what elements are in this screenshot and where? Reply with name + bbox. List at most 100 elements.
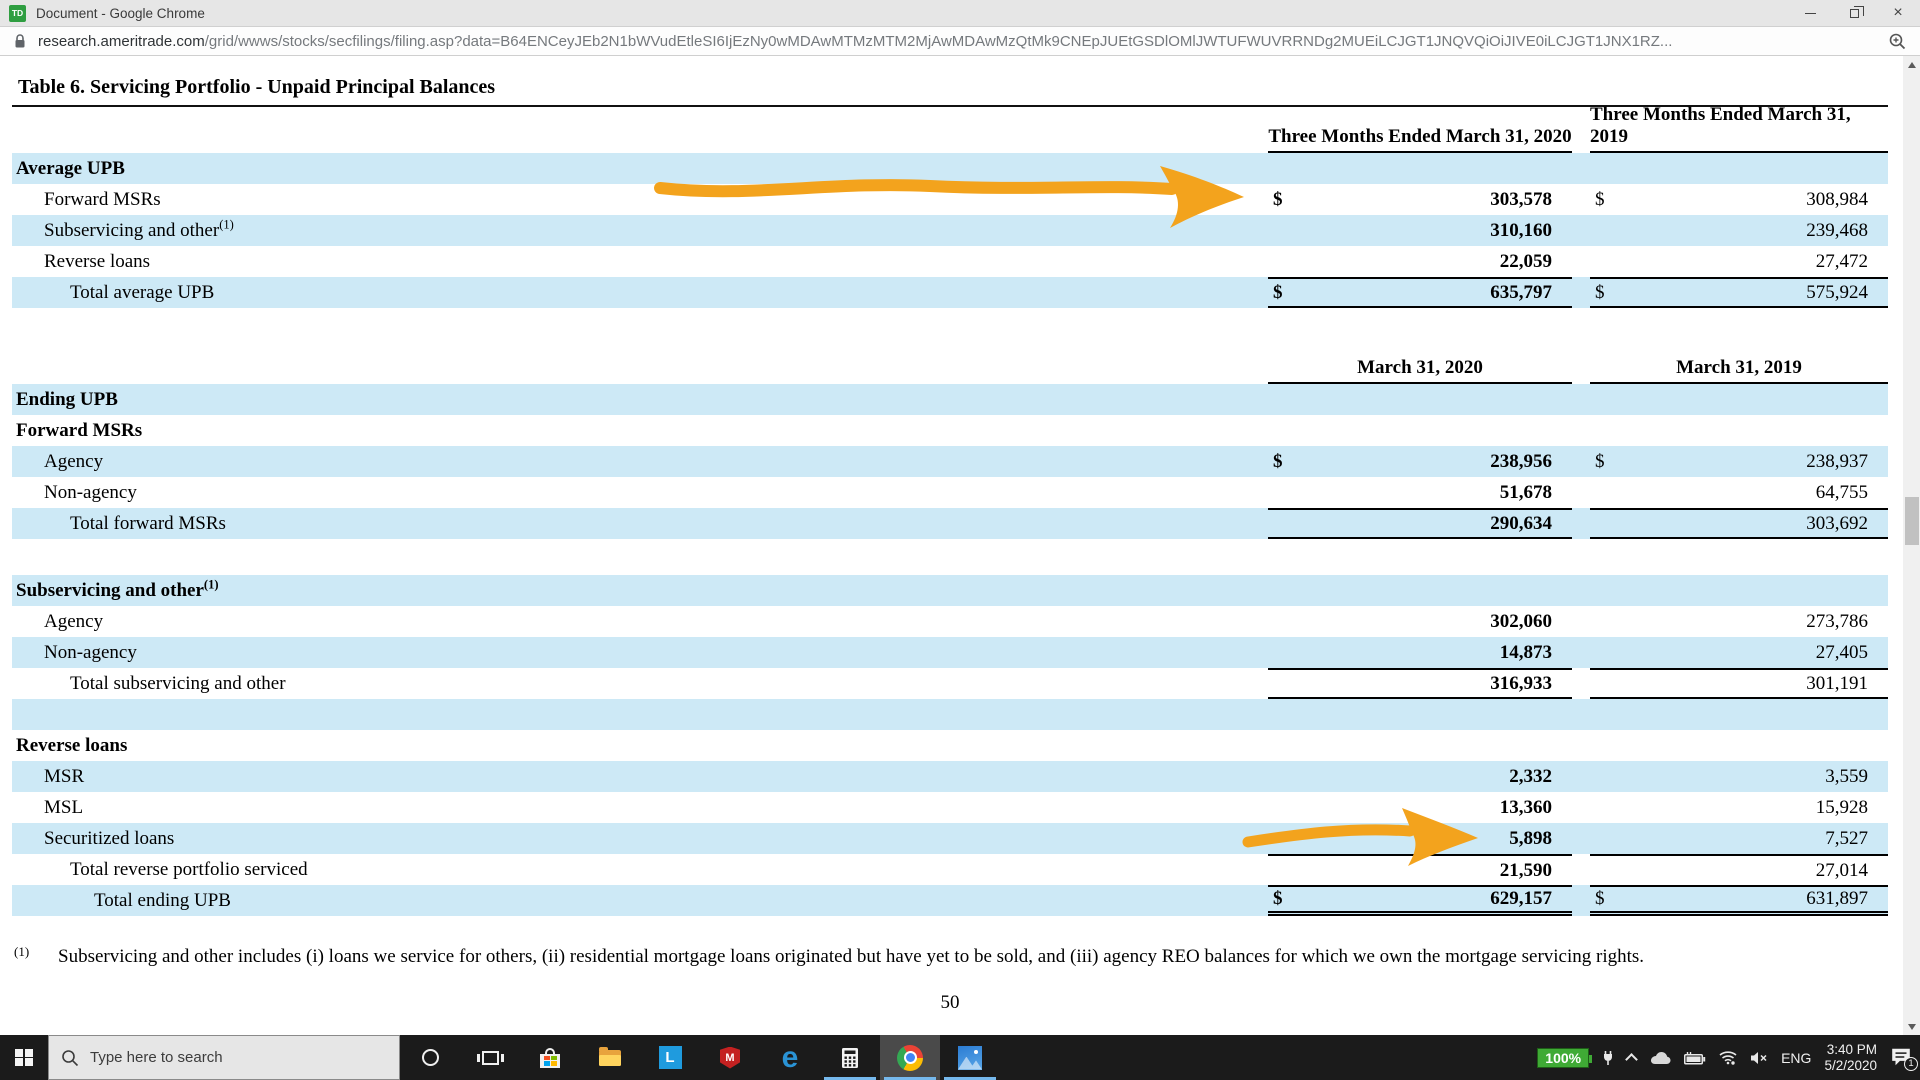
value-cell-2020: $238,956	[1273, 450, 1552, 472]
value-cell-2019: 303,692	[1590, 508, 1888, 539]
table-row-grand-total: Total ending UPB $629,157 $631,897	[12, 885, 1888, 916]
edge-button[interactable]: e	[760, 1035, 820, 1080]
minimize-icon	[1804, 12, 1816, 14]
cortana-icon	[421, 1049, 439, 1066]
cortana-button[interactable]	[400, 1035, 460, 1080]
dollar-sign: $	[1595, 188, 1605, 210]
mcafee-button[interactable]: M	[700, 1035, 760, 1080]
chrome-button[interactable]	[880, 1035, 940, 1080]
start-button[interactable]	[0, 1035, 48, 1080]
table-row-total: Total average UPB $635,797 $575,924	[12, 277, 1888, 308]
mcafee-shield-icon: M	[720, 1046, 740, 1069]
battery-percentage-badge[interactable]: 100%	[1537, 1047, 1592, 1068]
scrollbar-thumb[interactable]	[1904, 497, 1919, 545]
value-cell-2019: 301,191	[1590, 668, 1888, 699]
value-cell-2019: 27,014	[1590, 854, 1888, 885]
minimize-button[interactable]	[1788, 0, 1832, 26]
footnote-ref: (1)	[203, 577, 219, 592]
lock-icon[interactable]	[14, 33, 26, 49]
table-header-row: March 31, 2020 March 31, 2019	[12, 350, 1888, 384]
address-bar[interactable]: research.ameritrade.com/grid/wwws/stocks…	[0, 27, 1920, 56]
row-label: Agency	[44, 611, 104, 632]
file-explorer-button[interactable]	[580, 1035, 640, 1080]
table-row: Forward MSRs	[12, 415, 1888, 446]
row-label: Total forward MSRs	[70, 513, 226, 534]
search-placeholder: Type here to search	[90, 1049, 223, 1066]
volume-muted-icon[interactable]	[1750, 1051, 1768, 1065]
column-header-2019: Three Months Ended March 31, 2019	[1590, 104, 1888, 153]
task-view-icon	[476, 1050, 504, 1065]
row-label: Ending UPB	[16, 389, 118, 410]
l-app-button[interactable]: L	[640, 1035, 700, 1080]
value-cell-2020: 316,933	[1268, 668, 1572, 699]
table-row: Subservicing and other(1)	[12, 575, 1888, 606]
footnote-ref: (1)	[219, 217, 234, 232]
tray-expand-chevron-icon[interactable]	[1625, 1053, 1638, 1066]
table-row: Agency $238,956 $238,937	[12, 446, 1888, 477]
language-indicator[interactable]: ENG	[1781, 1050, 1811, 1066]
table-row: Reverse loans	[12, 730, 1888, 761]
value-cell-2019: $308,984	[1595, 188, 1868, 210]
scroll-down-button[interactable]	[1903, 1018, 1920, 1035]
table-row-total: Total reverse portfolio serviced 21,590 …	[12, 854, 1888, 885]
row-label: Non-agency	[44, 482, 137, 503]
dollar-sign: $	[1595, 281, 1605, 303]
window-controls: ×	[1788, 0, 1920, 26]
task-view-button[interactable]	[460, 1035, 520, 1080]
file-explorer-icon	[599, 1046, 621, 1066]
window-title: Document - Google Chrome	[36, 5, 205, 21]
value-cell-2020: 290,634	[1268, 508, 1572, 539]
onedrive-cloud-icon[interactable]	[1649, 1051, 1671, 1065]
title-bar: TD Document - Google Chrome ×	[0, 0, 1920, 27]
clock[interactable]: 3:40 PM 5/2/2020	[1824, 1042, 1877, 1074]
action-center-button[interactable]: 1	[1890, 1047, 1918, 1071]
dollar-sign: $	[1273, 450, 1283, 472]
footnote: (1) Subservicing and other includes (i) …	[12, 944, 1888, 968]
power-plug-icon[interactable]	[1602, 1050, 1614, 1066]
row-label: Total reverse portfolio serviced	[70, 859, 308, 880]
dollar-sign: $	[1273, 188, 1283, 210]
table-row-total: Total forward MSRs 290,634 303,692	[12, 508, 1888, 539]
page-number: 50	[940, 992, 960, 1013]
scroll-up-button[interactable]	[1903, 56, 1920, 73]
value-cell-2020: 302,060	[1490, 610, 1552, 632]
table-spacer-row	[12, 699, 1888, 730]
value-cell-2020: $635,797	[1268, 277, 1572, 308]
row-label: Subservicing and other(1)	[16, 577, 219, 601]
table-header-row: Three Months Ended March 31, 2020 Three …	[12, 104, 1888, 153]
battery-icon[interactable]	[1684, 1051, 1706, 1065]
close-button[interactable]: ×	[1876, 0, 1920, 26]
photos-button[interactable]	[940, 1035, 1000, 1080]
scrollbar-track[interactable]	[1903, 56, 1920, 1035]
row-label: Forward MSRs	[44, 189, 161, 210]
page-zoom-icon[interactable]	[1888, 32, 1906, 50]
microsoft-store-icon	[540, 1047, 560, 1068]
row-label: Reverse loans	[44, 251, 151, 272]
footnote-marker: (1)	[14, 944, 30, 959]
table-row: MSR 2,332 3,559	[12, 761, 1888, 792]
table-title: Table 6. Servicing Portfolio - Unpaid Pr…	[18, 76, 496, 98]
taskbar-search-box[interactable]: Type here to search	[48, 1035, 400, 1080]
microsoft-store-button[interactable]	[520, 1035, 580, 1080]
table-row: Non-agency 14,873 27,405	[12, 637, 1888, 668]
value-cell-2020: 14,873	[1499, 641, 1552, 663]
value-cell-2020: $303,578	[1273, 188, 1552, 210]
value-cell-2019: $238,937	[1595, 450, 1868, 472]
footnote-text: Subservicing and other includes (i) loan…	[58, 946, 1645, 967]
url-path: /grid/wwws/stocks/secfilings/filing.asp?…	[204, 32, 1673, 50]
restore-button[interactable]	[1832, 0, 1876, 26]
table-row: Agency 302,060 273,786	[12, 606, 1888, 637]
url-field[interactable]: research.ameritrade.com/grid/wwws/stocks…	[38, 33, 1880, 50]
row-label: Total average UPB	[70, 282, 215, 303]
dollar-sign: $	[1273, 888, 1283, 909]
row-label: Subservicing and other(1)	[44, 217, 234, 241]
wifi-icon[interactable]	[1719, 1050, 1737, 1065]
value-cell-2020: 51,678	[1499, 481, 1552, 503]
row-label: MSL	[44, 797, 84, 818]
column-header-2020: March 31, 2020	[1268, 350, 1572, 384]
edge-icon: e	[781, 1040, 799, 1074]
value-cell-2020: 21,590	[1268, 854, 1572, 885]
value-cell-2019: 27,472	[1815, 250, 1868, 272]
calculator-button[interactable]	[820, 1035, 880, 1080]
windows-logo-icon	[15, 1048, 33, 1067]
